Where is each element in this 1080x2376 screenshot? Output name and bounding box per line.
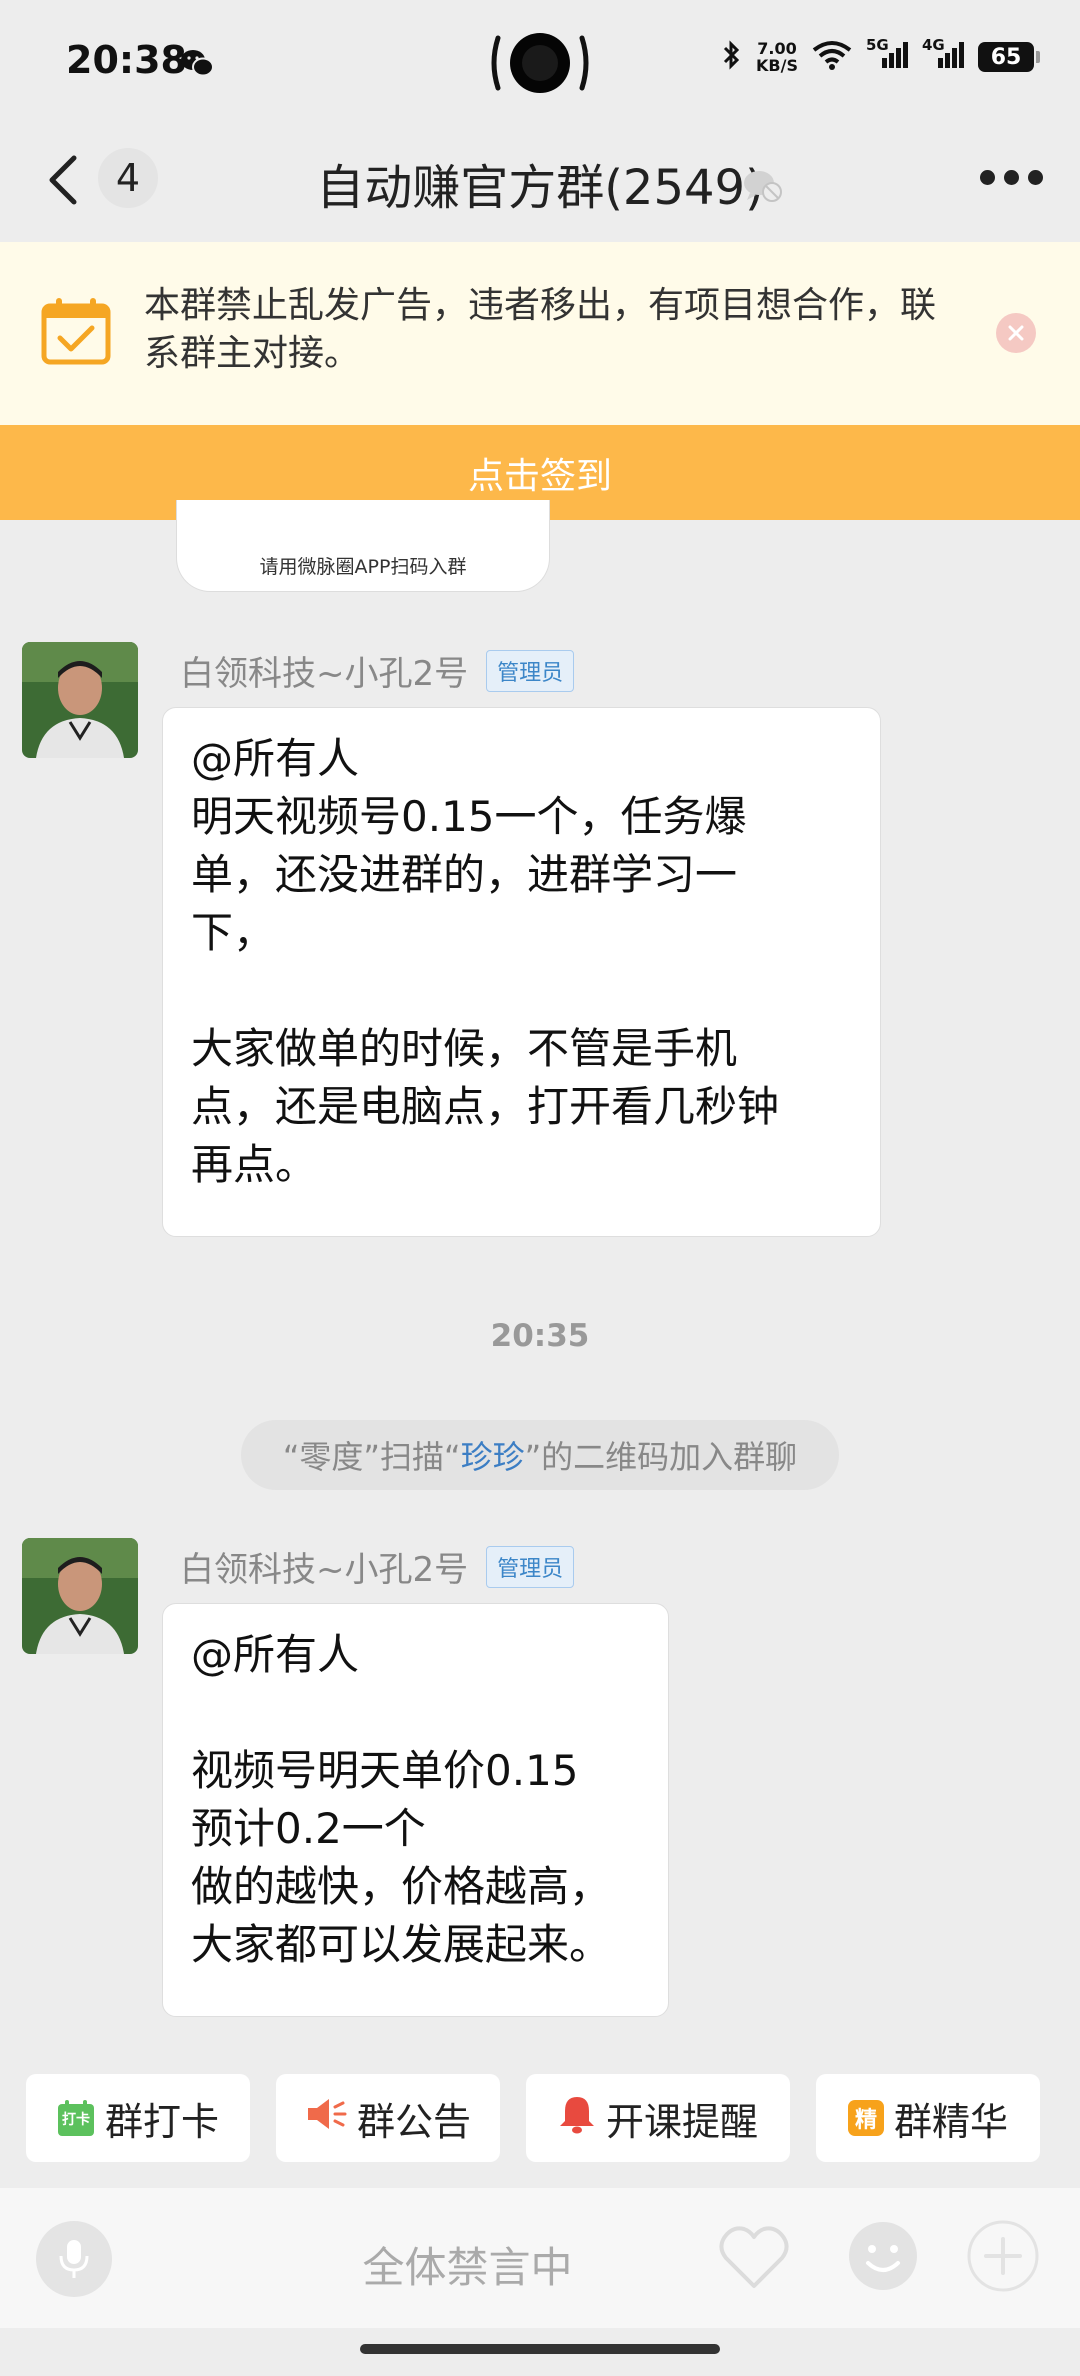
message-line: 再点。 [191, 1140, 318, 1189]
message-line: 单，还没进群的，进群学习一 [191, 850, 738, 899]
quick-action-label: 群公告 [356, 2099, 471, 2144]
admin-badge: 管理员 [486, 1545, 575, 1588]
highlight-badge-icon: 精 [847, 2100, 884, 2136]
message-line [191, 962, 852, 1020]
message-line: 明天视频号0.15一个，任务爆 [191, 792, 747, 841]
group-highlights-button[interactable]: 精 群精华 [816, 2074, 1040, 2162]
chat-title: 自动赚官方群(2549) [316, 160, 764, 216]
net-speed: 7.00 KB/S [756, 40, 798, 74]
megaphone-icon [305, 2095, 347, 2142]
message-line: 视频号明天单价0.15 [191, 1746, 579, 1795]
calendar-check-icon [40, 296, 112, 372]
checkin-icon-text: 打卡 [61, 2112, 90, 2128]
more-actions-button[interactable] [966, 2219, 1040, 2297]
message-line [191, 1684, 640, 1742]
muted-status-text: 全体禁言中 [362, 2243, 573, 2292]
like-button[interactable] [716, 2222, 792, 2296]
class-reminder-button[interactable]: 开课提醒 [526, 2074, 790, 2162]
qr-card-caption: 请用微脉圈APP扫码入群 [259, 556, 467, 578]
group-checkin-button[interactable]: 打卡 群打卡 [26, 2074, 250, 2162]
message-line: 点，还是电脑点，打开看几秒钟 [191, 1082, 780, 1131]
bluetooth-icon [722, 40, 742, 74]
dot-icon [1028, 170, 1043, 185]
camera-cutout [488, 30, 592, 96]
wechat-icon [180, 48, 214, 82]
message-timestamp: 20:35 [490, 1318, 590, 1354]
emoji-button[interactable] [846, 2219, 920, 2297]
status-time: 20:38 [66, 38, 187, 82]
quick-action-label: 开课提醒 [605, 2099, 758, 2144]
quick-action-label: 群精华 [893, 2099, 1008, 2144]
notice-text: 本群禁止乱发广告，违者移出，有项目想合作，联系群主对接。 [144, 285, 937, 374]
message-line: 做的越快，价格越高， [191, 1862, 612, 1911]
admin-badge: 管理员 [486, 649, 575, 692]
message-line: @所有人 [191, 734, 360, 783]
dot-icon [980, 170, 995, 185]
message-line: 大家都可以发展起来。 [191, 1920, 612, 1969]
heart-icon [719, 2226, 789, 2288]
sender-name[interactable]: 白领科技~小孔2号 [180, 646, 468, 695]
home-indicator[interactable] [360, 2344, 720, 2354]
more-options-button[interactable] [980, 170, 1043, 185]
message-line: 大家做单的时候，不管是手机 [191, 1024, 738, 1073]
dot-icon [1004, 170, 1019, 185]
battery-indicator: 65 [978, 42, 1040, 72]
message-line: 下， [191, 908, 276, 957]
avatar[interactable] [22, 642, 138, 758]
net-speed-value: 7.00 [757, 39, 797, 58]
message-line: 预计0.2一个 [191, 1804, 426, 1853]
net-speed-unit: KB/S [756, 56, 798, 75]
signal-5g-label: 5G [866, 36, 889, 54]
plus-icon [967, 2220, 1039, 2292]
message-bubble[interactable]: @所有人 视频号明天单价0.15 预计0.2一个 做的越快，价格越高， 大家都可… [162, 1603, 669, 2017]
signal-4g-icon: 4G [922, 36, 964, 74]
message-line: @所有人 [191, 1630, 360, 1679]
user-link[interactable]: 珍珍 [461, 1432, 525, 1478]
close-notice-button[interactable] [996, 313, 1036, 353]
group-announcement-button[interactable]: 群公告 [276, 2074, 500, 2162]
system-message: “零度”扫描“ 珍珍 ”的二维码加入群聊 [241, 1420, 839, 1490]
message-bubble[interactable]: @所有人 明天视频号0.15一个，任务爆 单，还没进群的，进群学习一 下， 大家… [162, 707, 881, 1237]
wifi-icon [812, 40, 852, 74]
signal-4g-label: 4G [922, 36, 945, 54]
mute-notifications-icon [742, 168, 782, 208]
close-icon [1008, 325, 1024, 341]
checkin-card-icon: 打卡 [57, 2099, 95, 2137]
signal-5g-icon: 5G [866, 36, 908, 74]
status-icons: 7.00 KB/S 5G 4G 65 [722, 36, 1040, 74]
bell-icon [558, 2094, 596, 2143]
sender-name[interactable]: 白领科技~小孔2号 [180, 1542, 468, 1591]
system-message-suffix: ”的二维码加入群聊 [524, 1438, 798, 1476]
avatar[interactable] [22, 1538, 138, 1654]
system-message-prefix: “零度”扫描“ [282, 1438, 461, 1476]
emoji-icon [849, 2222, 917, 2290]
quick-action-label: 群打卡 [104, 2099, 219, 2144]
